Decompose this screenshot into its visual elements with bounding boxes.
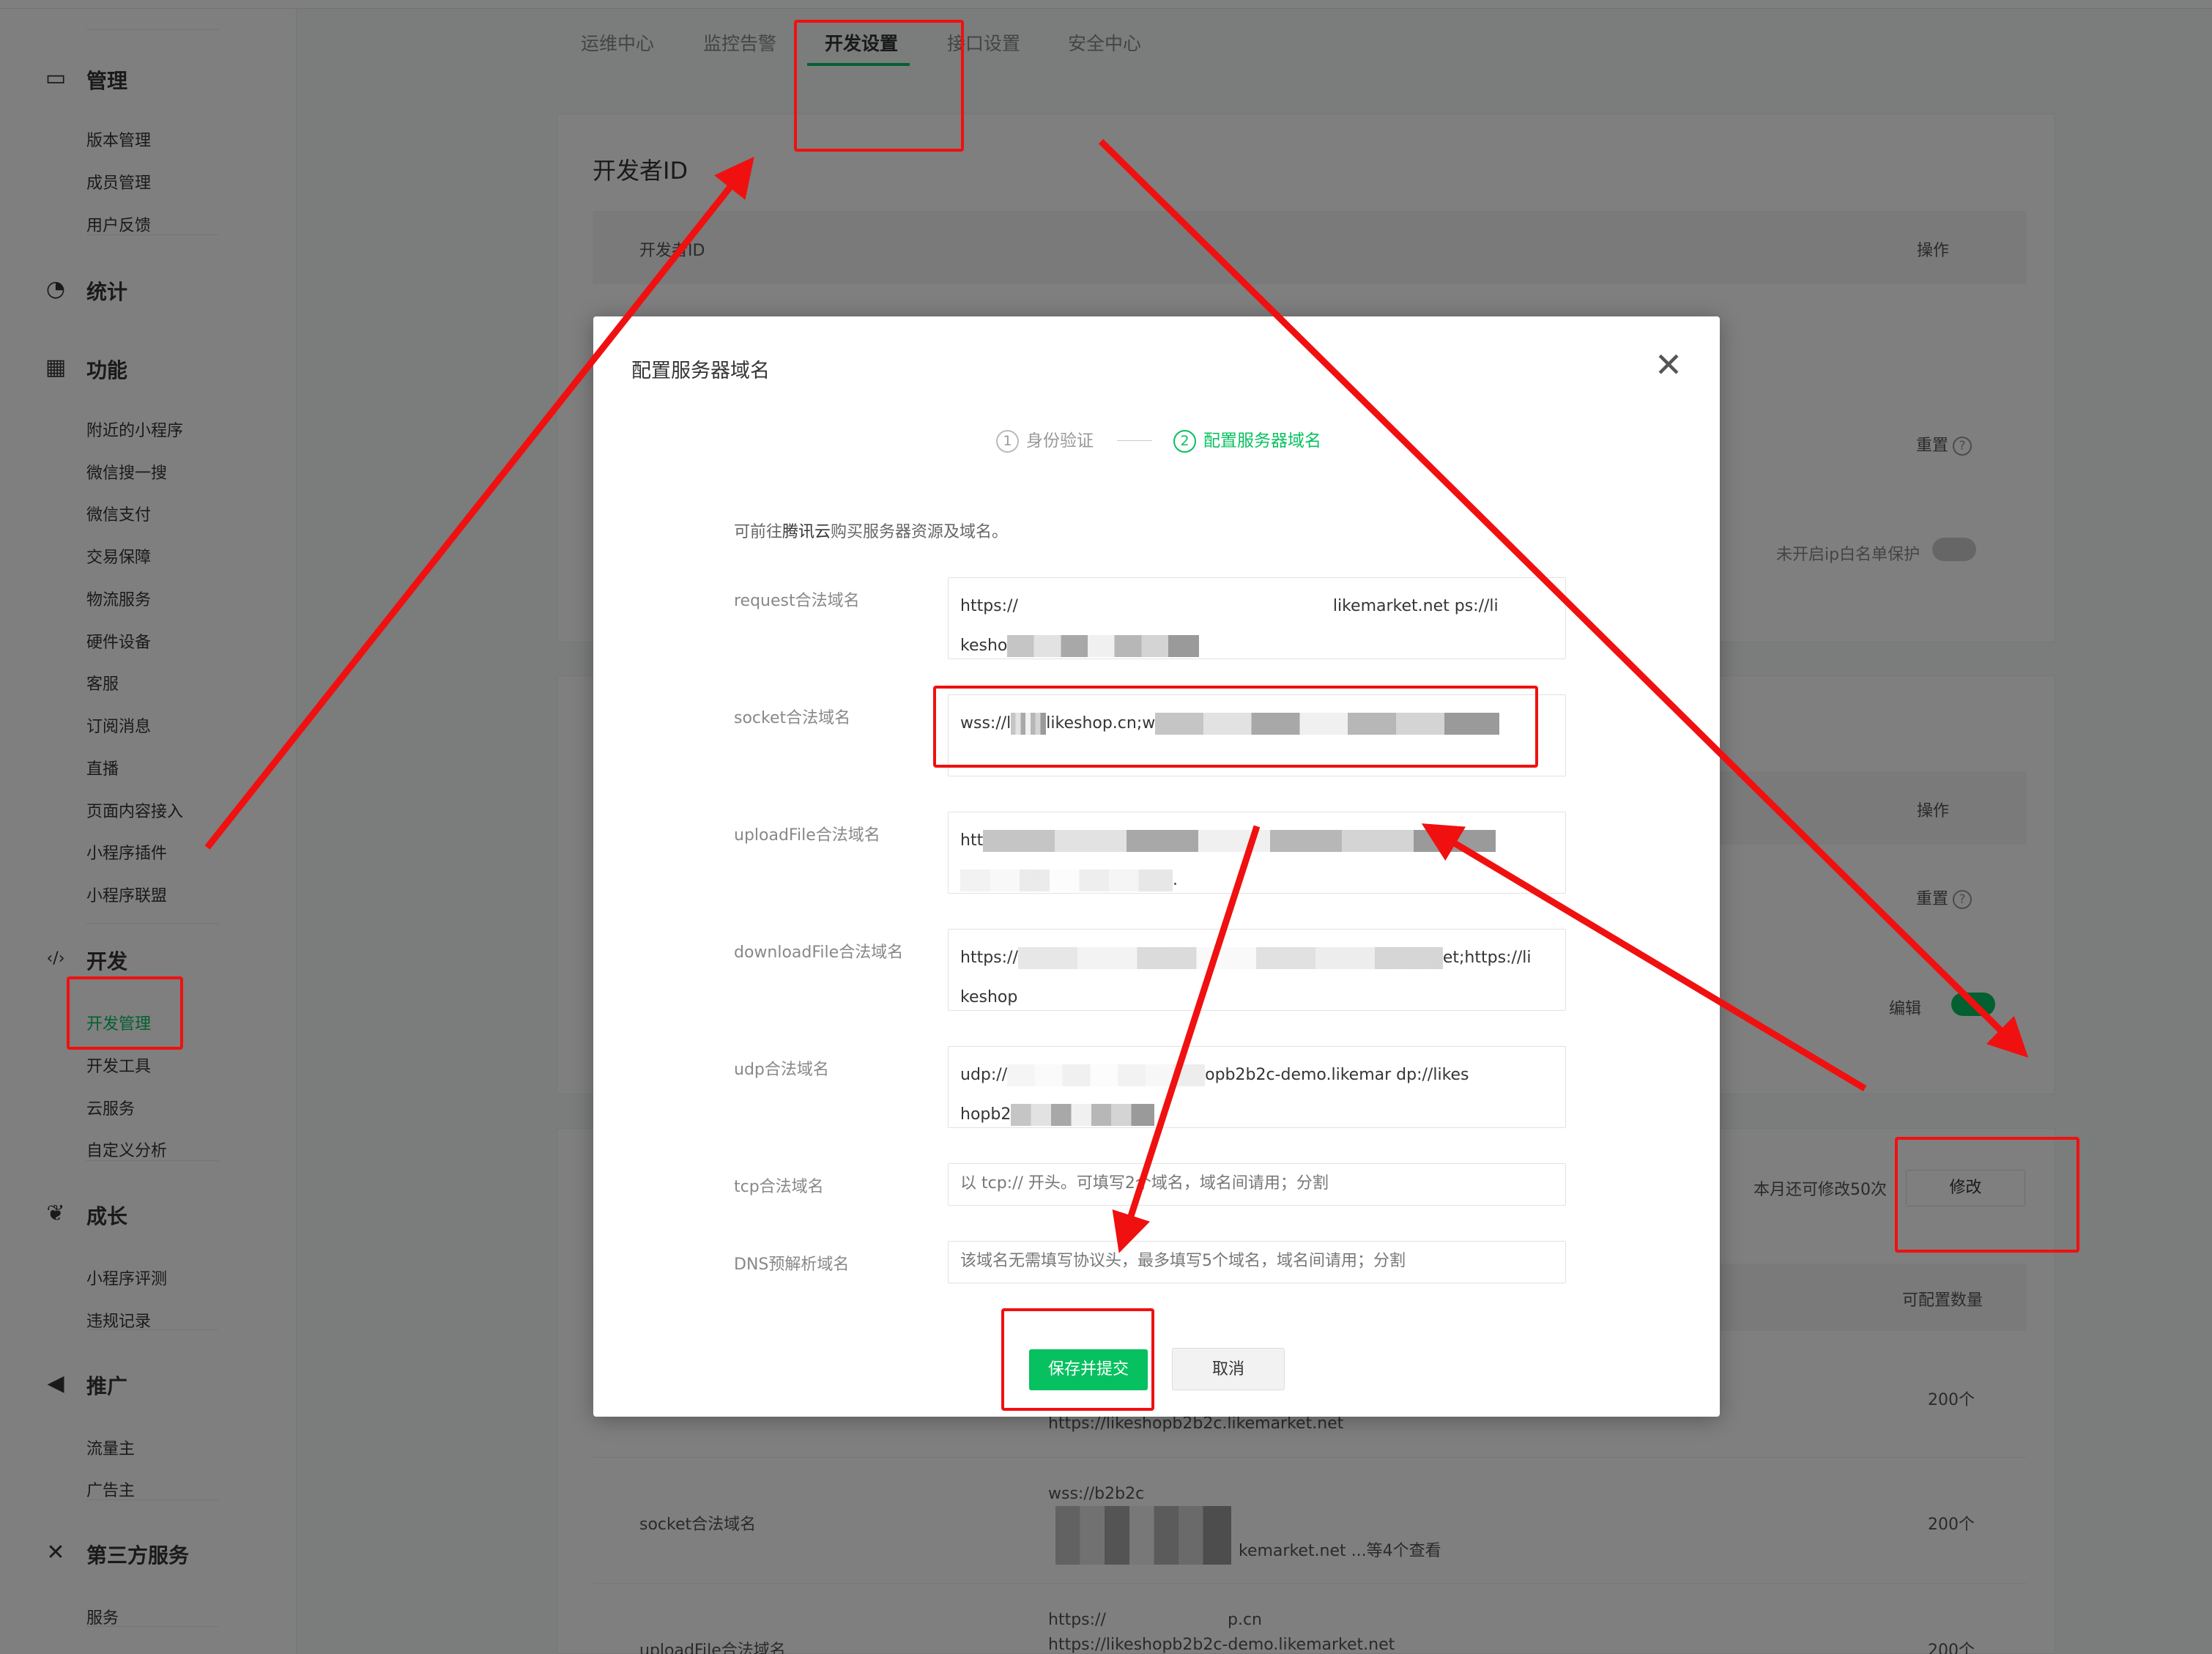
download-value-c: keshop [960,988,1018,1006]
step-1-circle: 1 [996,430,1019,453]
udp-value-d: hopb2 [960,1105,1012,1124]
dns-prefetch-input[interactable]: 该域名无需填写协议头，最多填写5个域名，域名间请用；分割 [948,1241,1566,1283]
download-domain-label: downloadFile合法域名 [734,943,904,962]
download-domain-input[interactable]: https:// et;https://li keshop [948,929,1566,1011]
step-configure-domain: 2 配置服务器域名 [1173,426,1321,453]
upload-domain-input[interactable]: htt . [948,812,1566,894]
dialog-title: 配置服务器域名 [631,360,770,382]
socket-value-b: likeshop.cn;w [1046,714,1156,733]
request-domain-input[interactable]: https:// likemarket.net ps://li kesho [948,577,1566,659]
blurred-text-6 [960,869,1173,891]
cancel-button[interactable]: 取消 [1172,1348,1285,1390]
socket-domain-label: socket合法域名 [734,709,851,727]
socket-domain-input[interactable]: wss://l likeshop.cn;w [948,694,1566,776]
blurred-text-7 [1017,947,1443,969]
step-2-label: 配置服务器域名 [1203,431,1321,450]
download-value-a: https:// [960,949,1018,967]
blurred-text-9 [1011,1104,1155,1126]
request-value-b: likemarket.net [1332,597,1450,615]
request-value-c: ps://li [1454,597,1499,615]
hint-prefix: 可前往 [734,523,783,541]
request-value-a: https:// [960,597,1018,615]
udp-value-c: dp://likes [1396,1066,1469,1084]
tencent-cloud-hint: 可前往腾讯云购买服务器资源及域名。 [734,519,1008,542]
tencent-cloud-link[interactable]: 腾讯云 [782,523,831,541]
udp-domain-input[interactable]: udp:// opb2b2c-demo.likemar dp://likes ho… [948,1046,1566,1128]
udp-value-a: udp:// [960,1066,1008,1084]
blurred-text-3 [1011,713,1047,735]
blurred-text-4 [1155,713,1500,735]
step-identity-verify: 1 身份验证 [996,426,1094,453]
blurred-text-5 [983,830,1496,852]
step-1-label: 身份验证 [1026,431,1094,450]
upload-value-b: . [1173,871,1178,889]
tcp-domain-label: tcp合法域名 [734,1178,824,1196]
upload-domain-label: uploadFile合法域名 [734,826,880,845]
blurred-text-8 [1007,1064,1206,1086]
upload-value-a: htt [960,831,984,850]
step-connector [1117,440,1152,441]
socket-value-a: wss://l [960,714,1012,733]
tcp-domain-input[interactable]: 以 tcp:// 开头。可填写2个域名，域名间请用；分割 [948,1163,1566,1206]
udp-value-b: opb2b2c-demo.likemar [1205,1066,1392,1084]
request-value-d: kesho [960,637,1008,655]
blurred-text-2 [1007,635,1200,657]
save-submit-button[interactable]: 保存并提交 [1029,1349,1148,1390]
download-value-b: et;https://li [1442,949,1532,967]
configure-domain-dialog: 配置服务器域名 ✕ 1 身份验证 2 配置服务器域名 可前往腾讯云购买服务器资源及域… [593,316,1720,1417]
close-icon[interactable]: ✕ [1648,344,1689,385]
dns-prefetch-label: DNS预解析域名 [734,1256,850,1274]
udp-domain-label: udp合法域名 [734,1061,829,1079]
hint-suffix: 购买服务器资源及域名。 [831,523,1009,541]
step-2-circle: 2 [1173,430,1196,453]
request-domain-label: request合法域名 [734,592,860,610]
